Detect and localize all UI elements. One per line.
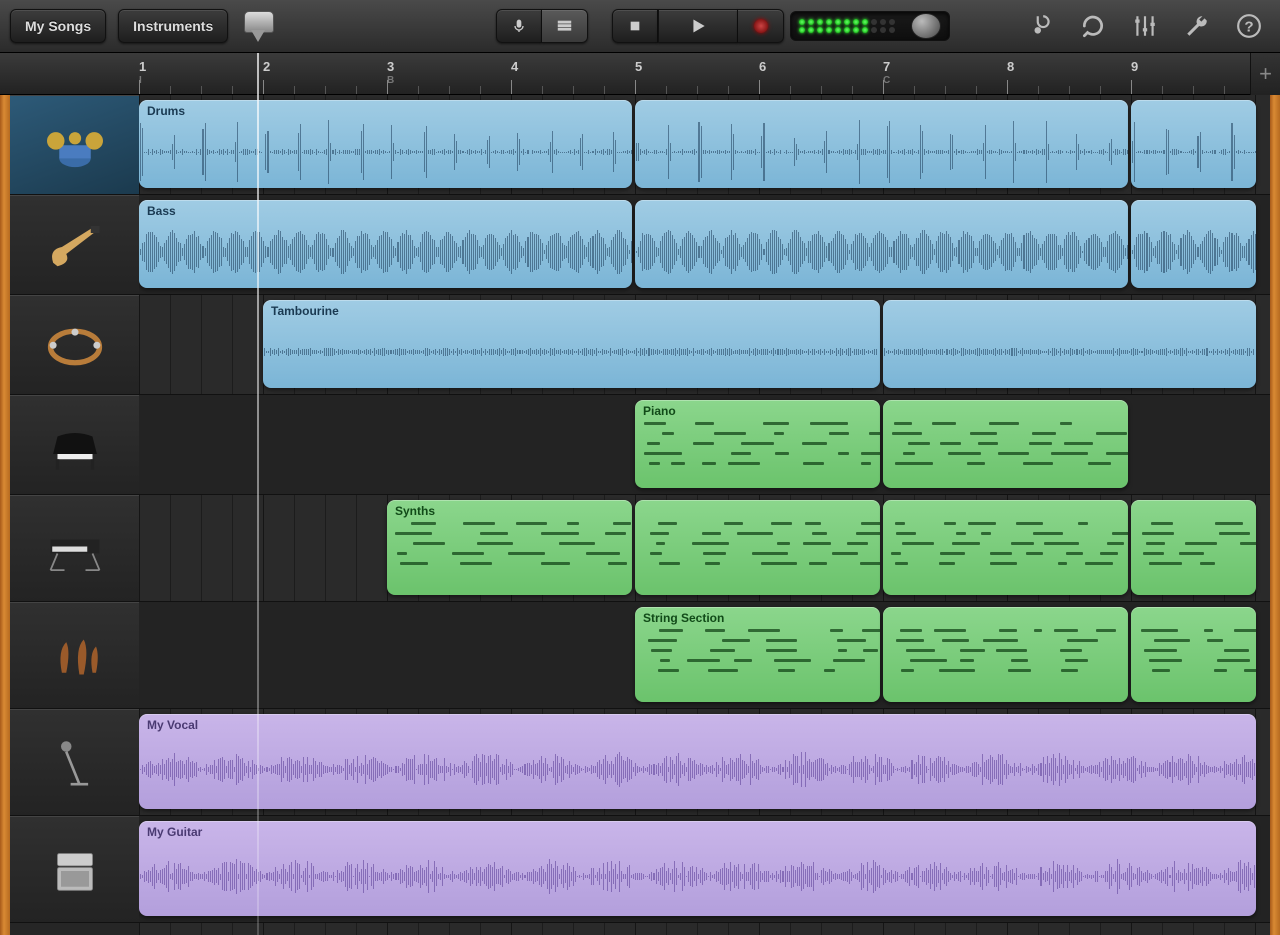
play-button[interactable] (658, 9, 738, 43)
tambourine-icon (40, 315, 110, 375)
track-header-drums[interactable] (10, 95, 139, 195)
region-label: String Section (643, 611, 872, 625)
bar-number: 1 (139, 59, 146, 74)
region-string-section[interactable]: String Section (635, 607, 880, 702)
timeline-area[interactable]: Drums Bass Tambourine Piano Synths String Sec… (139, 95, 1270, 935)
region-bass[interactable] (635, 200, 1128, 288)
region-my-vocal[interactable]: My Vocal (139, 714, 1256, 809)
my-songs-button[interactable]: My Songs (10, 9, 106, 43)
track-headers (10, 95, 139, 935)
region-label: My Vocal (147, 718, 1248, 732)
bar-number: 8 (1007, 59, 1014, 74)
workspace: Drums Bass Tambourine Piano Synths String Sec… (0, 95, 1280, 935)
track-header-strings[interactable] (10, 602, 139, 709)
stop-button[interactable] (612, 9, 658, 43)
wood-right (1270, 95, 1280, 935)
right-tools: ? (1028, 13, 1270, 39)
loop-browser-icon[interactable] (1080, 13, 1106, 39)
bar-number: 4 (511, 59, 518, 74)
piano-icon (40, 415, 110, 475)
region-label: Synths (395, 504, 624, 518)
master-meter: // placeholder — meter built below via J… (790, 11, 950, 41)
add-section-button[interactable]: + (1250, 53, 1280, 95)
track-header-mic[interactable] (10, 709, 139, 816)
track-header-tambourine[interactable] (10, 295, 139, 395)
region-piano[interactable] (883, 400, 1128, 488)
track-header-synth[interactable] (10, 495, 139, 602)
input-mode-segment (496, 9, 588, 43)
region-my-guitar[interactable]: My Guitar (139, 821, 1256, 916)
mic-mode-button[interactable] (496, 9, 542, 43)
bar-number: 9 (1131, 59, 1138, 74)
region-synths[interactable] (1131, 500, 1256, 595)
record-button[interactable] (738, 9, 784, 43)
region-tambourine[interactable] (883, 300, 1256, 388)
strings-icon (40, 626, 110, 686)
help-icon[interactable]: ? (1236, 13, 1262, 39)
ruler[interactable]: + 1I23B4567C89 (0, 53, 1280, 95)
transport-segment (612, 9, 784, 43)
region-piano[interactable]: Piano (635, 400, 880, 488)
region-label: Drums (147, 104, 624, 118)
track-header-bass[interactable] (10, 195, 139, 295)
tracks-icon (556, 16, 573, 36)
region-drums[interactable] (635, 100, 1128, 188)
mic-icon (40, 733, 110, 793)
region-label: Bass (147, 204, 624, 218)
bar-number: 5 (635, 59, 642, 74)
master-volume-knob[interactable] (911, 13, 941, 39)
bass-icon (40, 215, 110, 275)
region-tambourine[interactable]: Tambourine (263, 300, 880, 388)
loop-note-icon[interactable] (1028, 13, 1054, 39)
region-label: Tambourine (271, 304, 872, 318)
region-drums[interactable] (1131, 100, 1256, 188)
region-synths[interactable] (635, 500, 880, 595)
record-icon (754, 19, 768, 33)
bar-number: 6 (759, 59, 766, 74)
settings-wrench-icon[interactable] (1184, 13, 1210, 39)
stop-icon (627, 16, 643, 36)
bar-number: 3 (387, 59, 394, 74)
region-drums[interactable]: Drums (139, 100, 632, 188)
drums-icon (40, 115, 110, 175)
synth-icon (40, 519, 110, 579)
play-icon (688, 16, 708, 36)
region-string-section[interactable] (883, 607, 1128, 702)
toolbar: My Songs Instruments // placeho (0, 0, 1280, 53)
bar-number: 7 (883, 59, 890, 74)
bar-number: 2 (263, 59, 270, 74)
region-bass[interactable] (1131, 200, 1256, 288)
tracks-mode-button[interactable] (542, 9, 588, 43)
wood-left (0, 95, 10, 935)
track-header-amp[interactable] (10, 816, 139, 923)
mixer-icon[interactable] (1132, 13, 1158, 39)
microphone-icon (511, 16, 527, 36)
instruments-button[interactable]: Instruments (118, 9, 228, 43)
region-synths[interactable] (883, 500, 1128, 595)
region-label: Piano (643, 404, 872, 418)
track-header-piano[interactable] (10, 395, 139, 495)
region-label: My Guitar (147, 825, 1248, 839)
region-bass[interactable]: Bass (139, 200, 632, 288)
svg-text:?: ? (1244, 18, 1253, 35)
region-string-section[interactable] (1131, 607, 1256, 702)
region-synths[interactable]: Synths (387, 500, 632, 595)
amp-icon (40, 840, 110, 900)
